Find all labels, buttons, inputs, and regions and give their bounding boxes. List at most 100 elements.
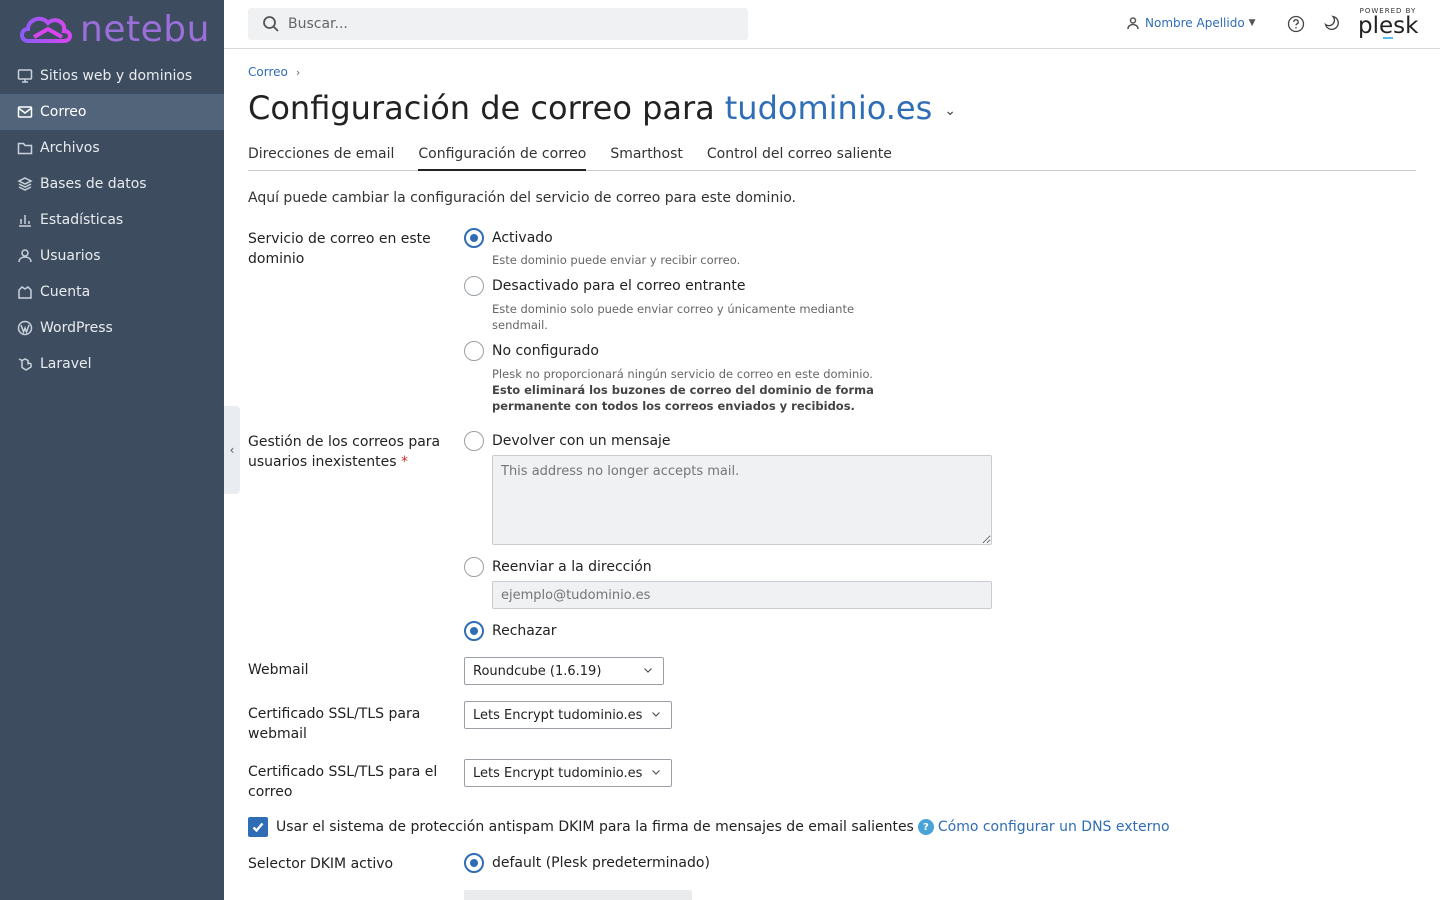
- radio-label: Devolver con un mensaje: [492, 433, 671, 449]
- plesk-logo[interactable]: POWERED BY plesk: [1358, 7, 1418, 39]
- user-menu[interactable]: Nombre Apellido ▼: [1126, 16, 1256, 30]
- radio-label: Desactivado para el correo entrante: [492, 278, 746, 294]
- select-value: Lets Encrypt tudominio.es: [473, 765, 643, 781]
- radio-not-configured[interactable]: No configurado: [464, 341, 599, 361]
- warning-line: Esto eliminará los buzones de correo del…: [492, 383, 874, 397]
- account-icon: [16, 283, 34, 301]
- sidebar-item-websites[interactable]: Sitios web y dominios: [0, 58, 224, 94]
- plesk-wordmark: plesk: [1358, 13, 1419, 39]
- tab-mail-settings[interactable]: Configuración de correo: [418, 146, 587, 171]
- hint-disabled-incoming: Este dominio solo puede enviar correo y …: [492, 301, 892, 333]
- user-name: Nombre Apellido: [1145, 16, 1245, 30]
- radio-forward[interactable]: Reenviar a la dirección: [464, 557, 652, 577]
- radio-button[interactable]: [464, 276, 484, 296]
- hint-line: sendmail.: [492, 318, 548, 332]
- sidebar-item-account[interactable]: Cuenta: [0, 274, 224, 310]
- tab-email-addresses[interactable]: Direcciones de email: [248, 146, 394, 171]
- laravel-icon: [16, 355, 34, 373]
- sidebar-item-label: Archivos: [40, 140, 100, 156]
- sidebar-collapse-button[interactable]: ‹: [224, 406, 240, 494]
- sidebar-item-label: Usuarios: [40, 248, 101, 264]
- bar-chart-icon: [16, 211, 34, 229]
- moon-icon[interactable]: [1322, 14, 1340, 32]
- mail-service-label: Servicio de correo en este dominio: [248, 229, 448, 269]
- hint-line: Plesk no proporcionará ningún servicio d…: [492, 367, 873, 381]
- search-input[interactable]: [288, 16, 728, 32]
- radio-button[interactable]: [464, 621, 484, 641]
- nonexistent-users-label: Gestión de los correos para usuarios ine…: [248, 432, 448, 472]
- chevron-down-icon: [652, 712, 660, 717]
- sidebar-item-label: WordPress: [40, 320, 113, 336]
- ssl-webmail-label: Certificado SSL/TLS para webmail: [248, 704, 448, 744]
- label-line: webmail: [248, 726, 307, 742]
- sidebar-item-statistics[interactable]: Estadísticas: [0, 202, 224, 238]
- radio-button[interactable]: [464, 853, 484, 873]
- radio-reject[interactable]: Rechazar: [464, 621, 557, 641]
- chevron-down-icon: [652, 770, 660, 775]
- breadcrumb-item-mail[interactable]: Correo: [248, 65, 288, 79]
- radio-button[interactable]: [464, 228, 484, 248]
- chevron-down-icon[interactable]: ⌄: [944, 103, 956, 119]
- radio-label: Activado: [492, 230, 553, 246]
- forward-address-input[interactable]: [492, 581, 992, 609]
- ssl-mail-select[interactable]: Lets Encrypt tudominio.es: [464, 759, 672, 787]
- partially-visible-field: [464, 890, 692, 900]
- search-box[interactable]: [248, 8, 748, 40]
- hint-activated: Este dominio puede enviar y recibir corr…: [492, 253, 741, 267]
- sidebar: netebu Sitios web y dominios Correo Arch…: [0, 0, 224, 900]
- wordpress-icon: [16, 319, 34, 337]
- label-line: usuarios inexistentes: [248, 454, 397, 470]
- cloud-logo-icon: [20, 16, 72, 43]
- dkim-selector-label: Selector DKIM activo: [248, 856, 394, 872]
- dkim-checkbox-label[interactable]: Usar el sistema de protección antispam D…: [276, 819, 914, 835]
- radio-disabled-incoming[interactable]: Desactivado para el correo entrante: [464, 276, 745, 296]
- select-value: Roundcube (1.6.19): [473, 663, 602, 679]
- radio-bounce[interactable]: Devolver con un mensaje: [464, 431, 671, 451]
- top-header: Nombre Apellido ▼ POWERED BY plesk: [224, 0, 1440, 49]
- sidebar-item-label: Correo: [40, 104, 87, 120]
- domain-selector[interactable]: tudominio.es: [725, 89, 933, 127]
- required-marker: *: [401, 454, 408, 470]
- question-icon[interactable]: ?: [917, 819, 934, 835]
- sidebar-item-users[interactable]: Usuarios: [0, 238, 224, 274]
- radio-label: default (Plesk predeterminado): [492, 855, 710, 871]
- webmail-select[interactable]: Roundcube (1.6.19): [464, 657, 664, 685]
- radio-button[interactable]: [464, 557, 484, 577]
- brand-logo[interactable]: netebu: [0, 0, 224, 58]
- tab-outgoing-mail-control[interactable]: Control del correo saliente: [707, 146, 892, 171]
- radio-dkim-default[interactable]: default (Plesk predeterminado): [464, 853, 710, 873]
- sidebar-item-databases[interactable]: Bases de datos: [0, 166, 224, 202]
- bounce-message-textarea[interactable]: [492, 455, 992, 545]
- sidebar-item-label: Sitios web y dominios: [40, 68, 193, 84]
- breadcrumb: Correo ›: [248, 65, 300, 79]
- sidebar-item-files[interactable]: Archivos: [0, 130, 224, 166]
- search-icon: [263, 16, 279, 32]
- radio-label: Reenviar a la dirección: [492, 559, 652, 575]
- label-line: dominio: [248, 251, 305, 267]
- sidebar-item-wordpress[interactable]: WordPress: [0, 310, 224, 346]
- warning-line: permanente con todos los correos enviado…: [492, 399, 855, 413]
- ssl-webmail-select[interactable]: Lets Encrypt tudominio.es: [464, 701, 672, 729]
- radio-button[interactable]: [464, 431, 484, 451]
- chevron-right-icon: ›: [295, 65, 301, 79]
- chevron-down-icon: ▼: [1248, 18, 1256, 28]
- hint-not-configured: Plesk no proporcionará ningún servicio d…: [492, 366, 892, 414]
- radio-button[interactable]: [464, 341, 484, 361]
- help-icon[interactable]: [1287, 15, 1305, 33]
- tab-smarthost[interactable]: Smarthost: [610, 146, 683, 171]
- external-dns-help-link[interactable]: Cómo configurar un DNS externo: [938, 819, 1170, 835]
- sidebar-item-label: Laravel: [40, 356, 92, 372]
- sidebar-item-laravel[interactable]: Laravel: [0, 346, 224, 382]
- select-value: Lets Encrypt tudominio.es: [473, 707, 643, 723]
- page-title: Configuración de correo para tudominio.e…: [248, 89, 956, 127]
- dkim-checkbox[interactable]: [248, 817, 268, 837]
- ssl-mail-label: Certificado SSL/TLS para el correo: [248, 762, 448, 802]
- mail-icon: [16, 103, 34, 121]
- intro-text: Aquí puede cambiar la configuración del …: [248, 190, 796, 206]
- chevron-down-icon: [644, 668, 652, 673]
- tab-bar: Direcciones de email Configuración de co…: [248, 146, 1416, 171]
- sidebar-item-mail[interactable]: Correo: [0, 94, 224, 130]
- radio-activated[interactable]: Activado: [464, 228, 553, 248]
- label-line: correo: [248, 784, 293, 800]
- user-icon: [1127, 17, 1139, 30]
